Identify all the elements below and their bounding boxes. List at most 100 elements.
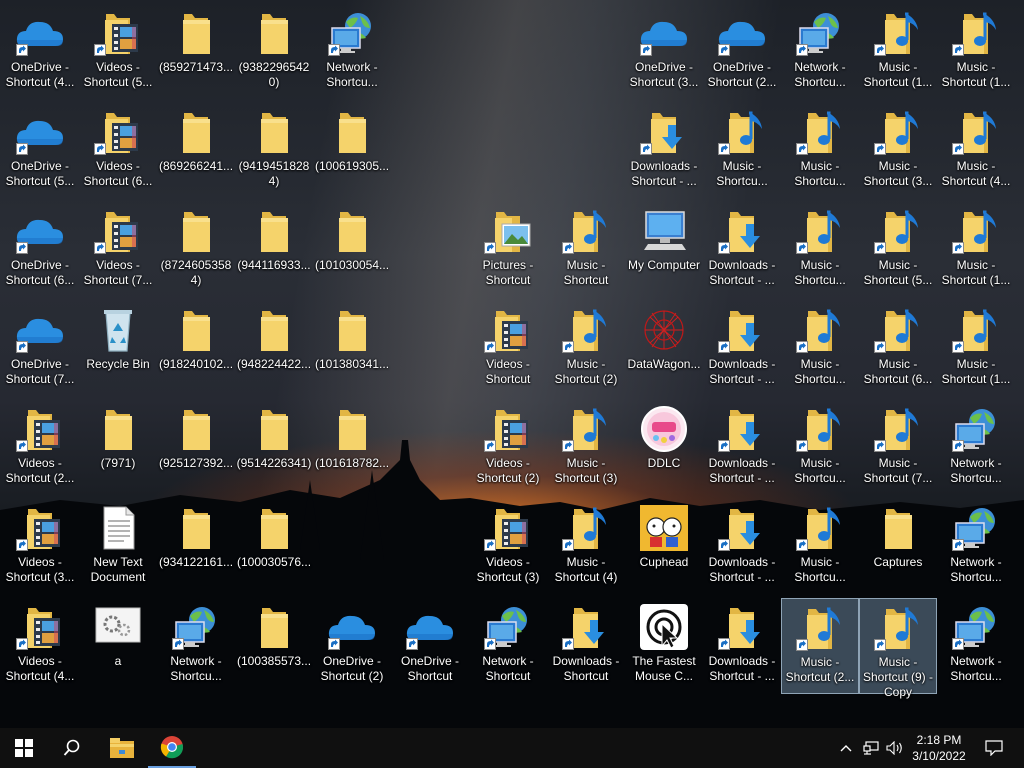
system-clock[interactable]: 2:18 PM 3/10/2022 bbox=[906, 728, 972, 768]
desktop-icon[interactable]: Music - Shortcut (7... bbox=[859, 400, 937, 496]
folder-icon bbox=[326, 109, 378, 155]
desktop-icon[interactable]: OneDrive - Shortcut (7... bbox=[1, 301, 79, 397]
desktop-icon[interactable]: (918240102... bbox=[157, 301, 235, 397]
search-icon[interactable] bbox=[48, 728, 96, 768]
desktop-icon[interactable]: Videos - Shortcut (7... bbox=[79, 202, 157, 298]
desktop-icon[interactable]: Music - Shortcu... bbox=[781, 202, 859, 298]
desktop-icon[interactable]: Music - Shortcut (1... bbox=[937, 301, 1015, 397]
desktop-icon[interactable]: Music - Shortcu... bbox=[781, 301, 859, 397]
desktop-icon[interactable]: Music - Shortcut (1... bbox=[859, 4, 937, 100]
desktop-icon[interactable]: OneDrive - Shortcut (4... bbox=[1, 4, 79, 100]
desktop-icon[interactable]: Network - Shortcut bbox=[469, 598, 547, 694]
desktop-icon[interactable]: Music - Shortcut (1... bbox=[937, 202, 1015, 298]
desktop-icon[interactable]: Music - Shortcut (9) - Copy bbox=[859, 598, 937, 699]
desktop-icon[interactable]: Music - Shortcut (4) bbox=[547, 499, 625, 595]
desktop-icon[interactable]: (944116933... bbox=[235, 202, 313, 298]
music-folder-icon bbox=[872, 109, 924, 155]
chevron-up-icon[interactable] bbox=[836, 728, 856, 768]
desktop-icon[interactable]: Recycle Bin bbox=[79, 301, 157, 397]
folder-icon bbox=[170, 505, 222, 551]
desktop-icon[interactable]: a bbox=[79, 598, 157, 694]
desktop-icon[interactable]: Music - Shortcut (3... bbox=[859, 103, 937, 199]
desktop-icon[interactable]: OneDrive - Shortcut (2) bbox=[313, 598, 391, 694]
taskbar: 2:18 PM 3/10/2022 bbox=[0, 728, 1024, 768]
desktop-icon[interactable]: Videos - Shortcut (2) bbox=[469, 400, 547, 496]
desktop-icon[interactable]: The Fastest Mouse C... bbox=[625, 598, 703, 694]
onedrive-icon bbox=[14, 307, 66, 353]
desktop-icon-label: Music - Shortcu... bbox=[716, 159, 768, 188]
chrome-icon[interactable] bbox=[148, 728, 196, 768]
desktop-icon[interactable]: Pictures - Shortcut bbox=[469, 202, 547, 298]
desktop-icon[interactable]: Network - Shortcu... bbox=[937, 598, 1015, 694]
desktop-icon[interactable]: OneDrive - Shortcut bbox=[391, 598, 469, 694]
desktop-icon[interactable]: Videos - Shortcut (4... bbox=[1, 598, 79, 694]
volume-icon[interactable] bbox=[884, 728, 906, 768]
desktop-icon[interactable]: DataWagon... bbox=[625, 301, 703, 397]
desktop-icon[interactable]: Downloads - Shortcut - ... bbox=[703, 598, 781, 694]
desktop-icon[interactable]: Music - Shortcut (6... bbox=[859, 301, 937, 397]
desktop-icon[interactable]: Downloads - Shortcut - ... bbox=[703, 400, 781, 496]
desktop-icon[interactable]: (869266241... bbox=[157, 103, 235, 199]
desktop-icon[interactable]: Network - Shortcu... bbox=[313, 4, 391, 100]
desktop-icon[interactable]: My Computer bbox=[625, 202, 703, 298]
desktop-icon[interactable]: OneDrive - Shortcut (3... bbox=[625, 4, 703, 100]
desktop-icon[interactable]: (7971) bbox=[79, 400, 157, 496]
desktop-icon[interactable]: (100385573... bbox=[235, 598, 313, 694]
desktop-icon[interactable]: (93822965420) bbox=[235, 4, 313, 100]
desktop-icon[interactable]: Music - Shortcu... bbox=[781, 400, 859, 496]
file-explorer-icon[interactable] bbox=[98, 728, 146, 768]
desktop-icon[interactable]: Downloads - Shortcut - ... bbox=[703, 499, 781, 595]
desktop-icon[interactable]: Music - Shortcut (2... bbox=[781, 598, 859, 694]
desktop-icon-label: Videos - Shortcut (4... bbox=[5, 654, 75, 683]
desktop-icon[interactable]: Music - Shortcut (1... bbox=[937, 4, 1015, 100]
desktop-icon[interactable]: Music - Shortcut (4... bbox=[937, 103, 1015, 199]
desktop-icon[interactable]: Videos - Shortcut (5... bbox=[79, 4, 157, 100]
desktop-icon[interactable]: Downloads - Shortcut - ... bbox=[625, 103, 703, 199]
desktop-icon[interactable]: Network - Shortcu... bbox=[937, 400, 1015, 496]
desktop-icon[interactable]: Music - Shortcu... bbox=[781, 499, 859, 595]
desktop-icon[interactable]: Music - Shortcut (3) bbox=[547, 400, 625, 496]
desktop-icon[interactable]: Videos - Shortcut (3) bbox=[469, 499, 547, 595]
notification-icon[interactable] bbox=[976, 728, 1012, 768]
desktop-icon[interactable]: Music - Shortcut (2) bbox=[547, 301, 625, 397]
desktop-icon[interactable]: (934122161... bbox=[157, 499, 235, 595]
desktop-icon[interactable]: Network - Shortcu... bbox=[781, 4, 859, 100]
desktop-icon[interactable]: Videos - Shortcut (2... bbox=[1, 400, 79, 496]
desktop-icon[interactable]: OneDrive - Shortcut (5... bbox=[1, 103, 79, 199]
desktop-icon[interactable]: Captures bbox=[859, 499, 937, 595]
desktop-icon[interactable]: Cuphead bbox=[625, 499, 703, 595]
desktop-icon[interactable]: Network - Shortcu... bbox=[937, 499, 1015, 595]
desktop[interactable]: OneDrive - Shortcut (4... Videos - Shortc… bbox=[0, 0, 1024, 728]
desktop-icon[interactable]: OneDrive - Shortcut (2... bbox=[703, 4, 781, 100]
desktop-icon[interactable]: (100619305... bbox=[313, 103, 391, 199]
desktop-icon[interactable]: Music - Shortcu... bbox=[781, 103, 859, 199]
desktop-icon[interactable]: Videos - Shortcut (3... bbox=[1, 499, 79, 595]
videos-folder-icon bbox=[14, 505, 66, 551]
desktop-icon[interactable]: (101380341... bbox=[313, 301, 391, 397]
desktop-icon[interactable]: Music - Shortcut bbox=[547, 202, 625, 298]
desktop-icon[interactable]: Downloads - Shortcut - ... bbox=[703, 202, 781, 298]
desktop-icon-label: Music - Shortcu... bbox=[794, 456, 846, 485]
desktop-icon[interactable]: Music - Shortcut (5... bbox=[859, 202, 937, 298]
desktop-icon[interactable]: (948224422... bbox=[235, 301, 313, 397]
desktop-icon[interactable]: Videos - Shortcut (6... bbox=[79, 103, 157, 199]
desktop-icon[interactable]: (94194518284) bbox=[235, 103, 313, 199]
folder-icon bbox=[326, 208, 378, 254]
desktop-icon[interactable]: Videos - Shortcut bbox=[469, 301, 547, 397]
desktop-icon[interactable]: (925127392... bbox=[157, 400, 235, 496]
desktop-icon[interactable]: Downloads - Shortcut - ... bbox=[703, 301, 781, 397]
desktop-icon[interactable]: (101618782... bbox=[313, 400, 391, 496]
windows-start-icon[interactable] bbox=[0, 728, 48, 768]
desktop-icon[interactable]: (100030576... bbox=[235, 499, 313, 595]
desktop-icon[interactable]: Music - Shortcu... bbox=[703, 103, 781, 199]
desktop-icon[interactable]: Network - Shortcu... bbox=[157, 598, 235, 694]
desktop-icon[interactable]: OneDrive - Shortcut (6... bbox=[1, 202, 79, 298]
desktop-icon[interactable]: (87246053584) bbox=[157, 202, 235, 298]
desktop-icon[interactable]: New Text Document bbox=[79, 499, 157, 595]
desktop-icon[interactable]: DDLC bbox=[625, 400, 703, 496]
network-tray-icon[interactable] bbox=[860, 728, 882, 768]
desktop-icon[interactable]: (859271473... bbox=[157, 4, 235, 100]
desktop-icon[interactable]: Downloads - Shortcut bbox=[547, 598, 625, 694]
desktop-icon[interactable]: (101030054... bbox=[313, 202, 391, 298]
desktop-icon[interactable]: (9514226341) bbox=[235, 400, 313, 496]
